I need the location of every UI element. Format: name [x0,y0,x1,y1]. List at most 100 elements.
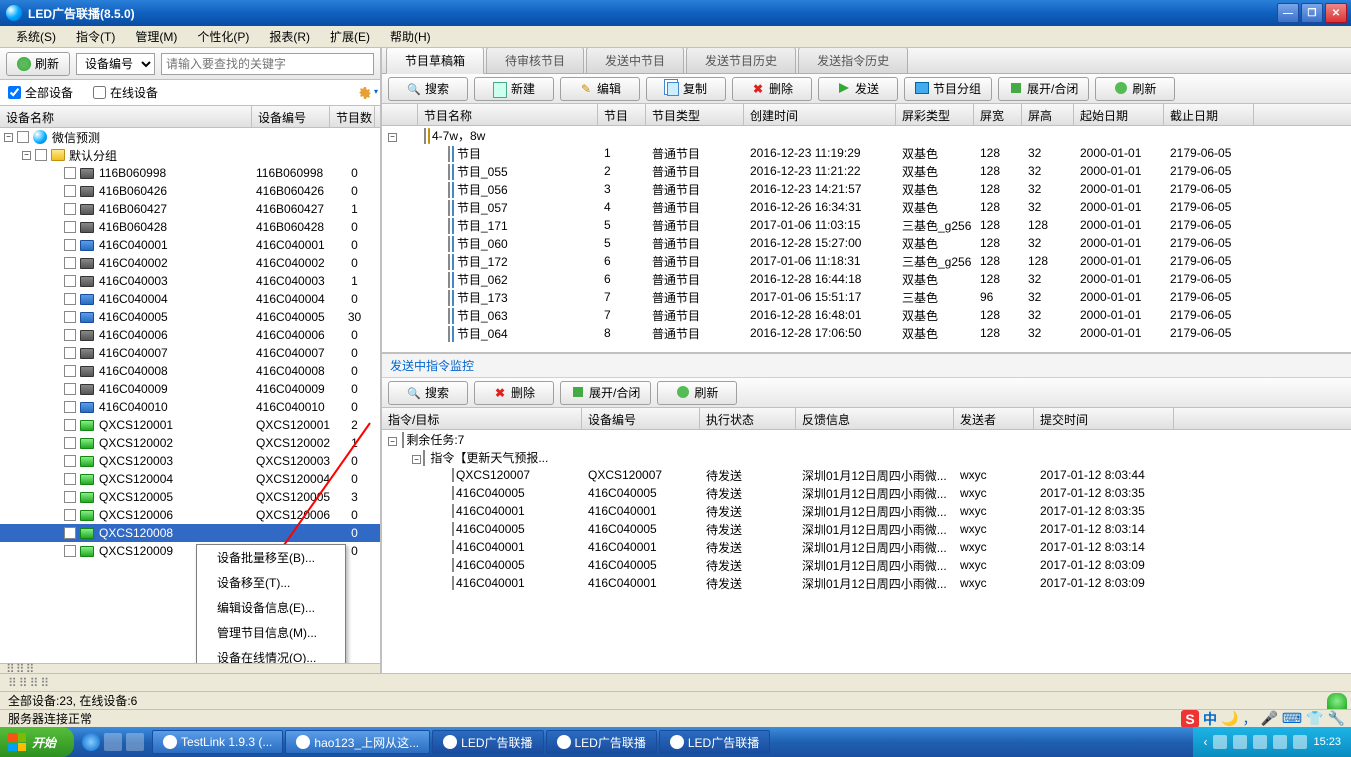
program-row[interactable]: 节目_1726普通节目2017-01-06 11:18:31三基色_g25612… [382,252,1351,270]
col-screen-color[interactable]: 屏彩类型 [896,104,974,125]
tree-checkbox[interactable] [448,218,450,234]
program-grid[interactable]: −4-7w，8w节目1普通节目2016-12-23 11:19:29双基色128… [382,126,1351,352]
tree-toggle[interactable]: − [22,151,31,160]
taskbar-item[interactable]: TestLink 1.9.3 (... [152,730,283,754]
tree-checkbox[interactable] [64,473,76,485]
tray-icon[interactable] [1213,735,1227,749]
context-menu-item[interactable]: 编辑设备信息(E)... [197,595,345,620]
ime-lang[interactable]: 中 [1203,709,1217,729]
tree-row[interactable]: −默认分组 [0,146,380,164]
tray-expand-icon[interactable]: ‹ [1203,735,1207,749]
tab-draft[interactable]: 节目草稿箱 [386,48,484,74]
tree-checkbox[interactable] [448,146,450,162]
tree-checkbox[interactable] [64,293,76,305]
all-devices-checkbox[interactable]: 全部设备 [8,84,73,101]
tree-checkbox[interactable] [452,504,454,518]
tree-row[interactable]: 416C040007416C0400070 [0,344,380,362]
settings-icon[interactable]: ▾ [356,85,372,101]
tree-checkbox[interactable] [424,128,426,144]
online-devices-checkbox[interactable]: 在线设备 [93,84,158,101]
group-button[interactable]: 节目分组 [904,77,992,101]
tray-icon[interactable] [1273,735,1287,749]
tree-row[interactable]: 416C040003416C0400031 [0,272,380,290]
tree-checkbox[interactable] [452,576,454,590]
tree-row[interactable]: 416C040009416C0400090 [0,380,380,398]
tree-checkbox[interactable] [64,455,76,467]
tree-row[interactable]: 416C040004416C0400040 [0,290,380,308]
col-program-type[interactable]: 节目类型 [646,104,744,125]
tree-checkbox[interactable] [64,527,76,539]
refresh-button[interactable]: 刷新 [6,52,70,76]
tray-icon[interactable] [1233,735,1247,749]
tree-checkbox[interactable] [448,290,450,306]
ql-app-icon[interactable] [126,733,144,751]
tree-checkbox[interactable] [64,221,76,233]
program-folder-row[interactable]: −4-7w，8w [382,126,1351,144]
menu-report[interactable]: 报表(R) [261,26,318,47]
taskbar-item[interactable]: LED广告联播 [546,730,657,754]
tree-checkbox[interactable] [448,326,450,342]
col-feedback[interactable]: 反馈信息 [796,408,954,429]
program-row[interactable]: 节目_0648普通节目2016-12-28 17:06:50双基色1283220… [382,324,1351,342]
context-menu-item[interactable]: 设备批量移至(B)... [197,545,345,570]
menu-command[interactable]: 指令(T) [68,26,123,47]
col-exec-status[interactable]: 执行状态 [700,408,796,429]
tree-row[interactable]: QXCS1200080 [0,524,380,542]
command-row[interactable]: 416C040005416C040005待发送深圳01月12日周四小雨微...w… [382,520,1351,538]
monitor-delete-button[interactable]: 删除 [474,381,554,405]
tree-row[interactable]: QXCS120001QXCS1200012 [0,416,380,434]
tree-checkbox[interactable] [64,509,76,521]
tab-send-history[interactable]: 发送节目历史 [686,48,796,73]
col-program-num[interactable]: 节目号 [598,104,646,125]
delete-button[interactable]: 删除 [732,77,812,101]
program-row[interactable]: 节目_0574普通节目2016-12-26 16:34:31双基色1283220… [382,198,1351,216]
edit-button[interactable]: 编辑 [560,77,640,101]
punct-icon[interactable]: ， [1242,709,1256,729]
tree-toggle[interactable]: − [388,133,397,142]
ql-desktop-icon[interactable] [104,733,122,751]
command-group-row[interactable]: − 指令【更新天气预报... [382,448,1351,466]
col-dev-code[interactable]: 设备编号 [582,408,700,429]
program-row[interactable]: 节目_1737普通节目2017-01-06 15:51:17三基色9632200… [382,288,1351,306]
col-cmd-target[interactable]: 指令/目标 [382,408,582,429]
menu-manage[interactable]: 管理(M) [127,26,185,47]
program-row[interactable]: 节目_0626普通节目2016-12-28 16:44:18双基色1283220… [382,270,1351,288]
command-row[interactable]: 416C040001416C040001待发送深圳01月12日周四小雨微...w… [382,502,1351,520]
send-button[interactable]: 发送 [818,77,898,101]
tree-checkbox[interactable] [448,236,450,252]
tree-checkbox[interactable] [64,365,76,377]
tree-row[interactable]: QXCS120002QXCS1200021 [0,434,380,452]
col-created[interactable]: 创建时间 [744,104,896,125]
tree-checkbox[interactable] [64,437,76,449]
tree-checkbox[interactable] [452,486,454,500]
col-device-name[interactable]: 设备名称 [0,106,252,127]
tree-row[interactable]: QXCS120005QXCS1200053 [0,488,380,506]
tree-checkbox[interactable] [64,347,76,359]
tree-row[interactable]: 416C040010416C0400100 [0,398,380,416]
col-width[interactable]: 屏宽 [974,104,1022,125]
moon-icon[interactable]: 🌙 [1221,710,1238,727]
refresh-programs-button[interactable]: 刷新 [1095,77,1175,101]
tree-checkbox[interactable] [64,383,76,395]
tree-toggle[interactable]: − [4,133,13,142]
tree-row[interactable]: 416B060427416B0604271 [0,200,380,218]
taskbar-item[interactable]: LED广告联播 [432,730,543,754]
command-row[interactable]: QXCS120007QXCS120007待发送深圳01月12日周四小雨微...w… [382,466,1351,484]
tree-checkbox[interactable] [448,200,450,216]
tree-row[interactable]: 416C040005416C04000530 [0,308,380,326]
tree-checkbox[interactable] [17,131,29,143]
context-menu-item[interactable]: 管理节目信息(M)... [197,620,345,645]
expand-button[interactable]: 展开/合闭 [998,77,1089,101]
menu-help[interactable]: 帮助(H) [382,26,439,47]
tree-checkbox[interactable] [452,468,454,482]
tree-row[interactable]: 416C040008416C0400080 [0,362,380,380]
clock[interactable]: 15:23 [1313,736,1341,748]
menu-personalize[interactable]: 个性化(P) [189,26,257,47]
monitor-refresh-button[interactable]: 刷新 [657,381,737,405]
col-sender[interactable]: 发送者 [954,408,1034,429]
tree-checkbox[interactable] [64,545,76,557]
command-row[interactable]: 416C040001416C040001待发送深圳01月12日周四小雨微...w… [382,538,1351,556]
tree-toggle[interactable]: − [412,455,421,464]
tree-checkbox[interactable] [64,203,76,215]
tree-checkbox[interactable] [64,491,76,503]
